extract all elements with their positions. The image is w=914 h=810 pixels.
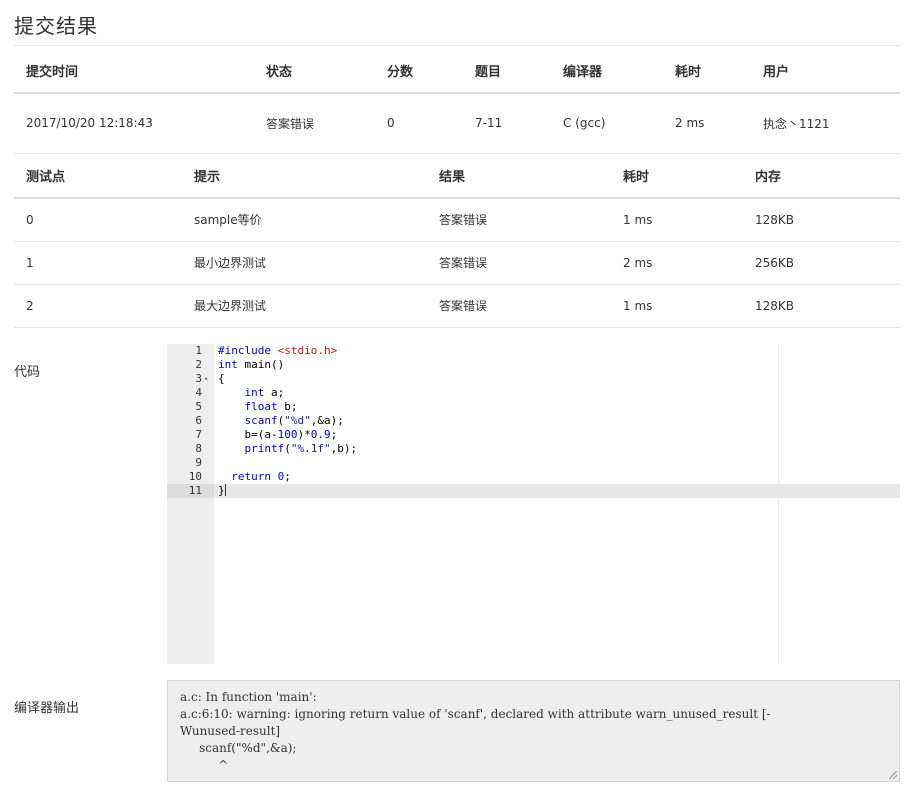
case-time: 1 ms [611, 198, 743, 242]
code-text: b=(a-100)*0.9; [244, 428, 338, 441]
code-line[interactable]: 3 ▾ { [167, 372, 900, 386]
case-id: 0 [14, 198, 182, 242]
case-memory: 128KB [743, 284, 900, 328]
col-header-result: 结果 [427, 154, 611, 199]
code-editor[interactable]: 1 #include <stdio.h> 2 int main() 3 ▾ { … [167, 344, 900, 664]
code-text: int a; [244, 386, 285, 399]
case-time: 1 ms [611, 284, 743, 328]
test-cases-table: 测试点 提示 结果 耗时 内存 0 sample等价 答案错误 1 ms 128… [14, 154, 900, 328]
line-number: 11 [167, 484, 214, 498]
code-line[interactable]: 1 #include <stdio.h> [167, 344, 900, 358]
submission-summary-table: 提交时间 状态 分数 题目 编译器 耗时 用户 2017/10/20 12:18… [14, 49, 900, 154]
col-header-problem: 题目 [463, 49, 551, 94]
fold-toggle-icon[interactable]: ▾ [204, 372, 208, 386]
table-row: 2 最大边界测试 答案错误 1 ms 128KB [14, 284, 900, 328]
problem-link[interactable]: 7-11 [463, 93, 551, 154]
table-row: 0 sample等价 答案错误 1 ms 128KB [14, 198, 900, 242]
col-header-memory: 内存 [743, 154, 900, 199]
code-line[interactable]: 6 scanf("%d",&a); [167, 414, 900, 428]
case-hint: sample等价 [182, 198, 427, 242]
col-header-status: 状态 [254, 49, 375, 94]
case-memory: 128KB [743, 198, 900, 242]
code-text: printf("%.1f",b); [244, 442, 358, 455]
col-header-submit-time: 提交时间 [14, 49, 254, 94]
compiler-output-label: 编译器输出 [14, 701, 80, 716]
code-line[interactable]: 2 int main() [167, 358, 900, 372]
col-header-compiler: 编译器 [551, 49, 663, 94]
resize-grip-icon[interactable] [889, 771, 897, 779]
user-value: 执念丶1121 [751, 93, 900, 154]
case-hint: 最小边界测试 [182, 241, 427, 285]
case-time: 2 ms [611, 241, 743, 285]
col-header-case-id: 测试点 [14, 154, 182, 199]
col-header-user: 用户 [751, 49, 900, 94]
submit-time: 2017/10/20 12:18:43 [14, 93, 254, 154]
code-text: } [218, 484, 226, 497]
col-header-score: 分数 [375, 49, 463, 94]
summary-header-row: 提交时间 状态 分数 题目 编译器 耗时 用户 [14, 49, 900, 94]
code-label: 代码 [14, 365, 41, 380]
case-id: 1 [14, 241, 182, 285]
code-lines[interactable]: 1 #include <stdio.h> 2 int main() 3 ▾ { … [167, 344, 900, 498]
table-row: 1 最小边界测试 答案错误 2 ms 256KB [14, 241, 900, 285]
text-cursor [224, 484, 226, 496]
summary-row: 2017/10/20 12:18:43 答案错误 0 7-11 C (gcc) … [14, 93, 900, 154]
cases-header-row: 测试点 提示 结果 耗时 内存 [14, 154, 900, 199]
code-line[interactable]: 10 return 0; [167, 470, 900, 484]
compiler-output-textarea[interactable]: a.c: In function 'main': a.c:6:10: warni… [167, 680, 900, 782]
col-header-hint: 提示 [182, 154, 427, 199]
case-result: 答案错误 [427, 284, 611, 328]
title-divider [14, 45, 900, 46]
code-line[interactable]: 8 printf("%.1f",b); [167, 442, 900, 456]
case-memory: 256KB [743, 241, 900, 285]
line-number: 4 [195, 386, 202, 399]
line-number: 10 [188, 470, 202, 483]
case-result: 答案错误 [427, 198, 611, 242]
code-line-active[interactable]: 11 } [167, 484, 900, 498]
page-title: 提交结果 [14, 14, 98, 38]
compiler-output-line: ^ [180, 758, 229, 772]
code-text: scanf("%d",&a); [244, 414, 344, 427]
line-number: 6 [195, 414, 202, 427]
elapsed-value: 2 ms [663, 93, 751, 154]
code-text: { [218, 372, 225, 385]
compiler-value: C (gcc) [551, 93, 663, 154]
case-hint: 最大边界测试 [182, 284, 427, 328]
code-line[interactable]: 9 [167, 456, 900, 470]
score-value: 0 [375, 93, 463, 154]
line-number: 2 [195, 358, 202, 371]
line-number: 9 [195, 456, 202, 469]
compiler-output-line: a.c:6:10: warning: ignoring return value… [180, 707, 771, 721]
line-number: 7 [195, 428, 202, 441]
compiler-output-line: Wunused-result] [180, 724, 281, 738]
code-text: float b; [244, 400, 298, 413]
code-text: return 0; [231, 470, 291, 483]
code-line[interactable]: 7 b=(a-100)*0.9; [167, 428, 900, 442]
line-number: 8 [195, 442, 202, 455]
col-header-case-time: 耗时 [611, 154, 743, 199]
case-result: 答案错误 [427, 241, 611, 285]
line-number: 5 [195, 400, 202, 413]
compiler-output-line: a.c: In function 'main': [180, 690, 317, 704]
line-number: 1 [195, 344, 202, 357]
col-header-elapsed: 耗时 [663, 49, 751, 94]
code-line[interactable]: 5 float b; [167, 400, 900, 414]
code-line[interactable]: 4 int a; [167, 386, 900, 400]
code-text: #include <stdio.h> [218, 344, 338, 357]
compiler-output-line: scanf("%d",&a); [180, 741, 297, 755]
code-text: int main() [218, 358, 285, 371]
status-badge: 答案错误 [254, 93, 375, 154]
case-id: 2 [14, 284, 182, 328]
